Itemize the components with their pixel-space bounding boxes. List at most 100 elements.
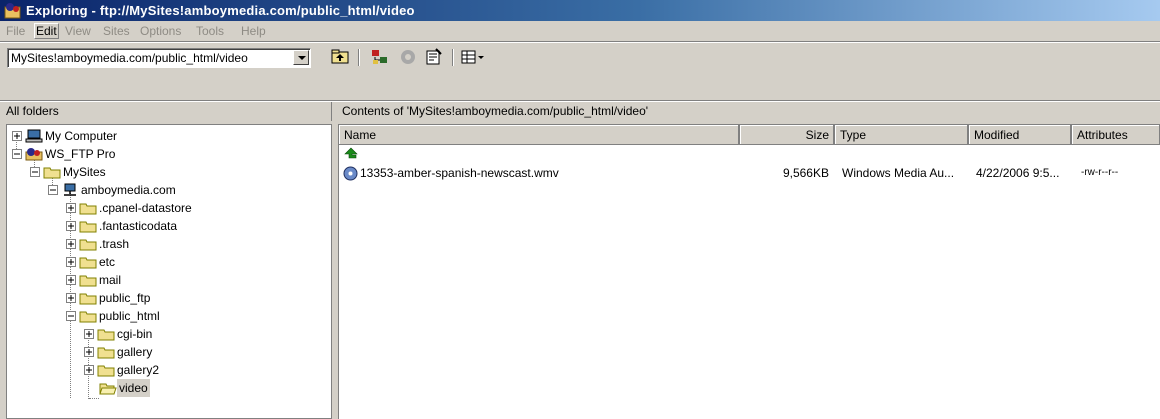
tree-label: .cpanel-datastore (99, 201, 192, 215)
table-row[interactable]: 13353-amber-spanish-newscast.wmv 9,566KB… (339, 164, 1160, 182)
menu-help[interactable]: Help (241, 21, 266, 41)
expand-toggle[interactable] (12, 131, 22, 141)
tree-label: .trash (99, 237, 130, 251)
network-server-icon (64, 183, 76, 196)
file-attributes: -rw-r--r-- (1081, 167, 1119, 178)
expand-toggle[interactable] (66, 293, 76, 303)
expand-toggle[interactable] (66, 203, 76, 213)
collapse-toggle[interactable] (66, 311, 76, 321)
tree-label: public_ftp (99, 291, 151, 305)
wsftp-icon (25, 148, 43, 161)
collapse-toggle[interactable] (30, 167, 40, 177)
collapse-toggle[interactable] (12, 149, 22, 159)
folder-icon (79, 257, 97, 269)
column-header-attributes[interactable]: Attributes (1072, 125, 1160, 145)
tree-item-gallery2[interactable]: gallery2 (7, 361, 327, 379)
address-toolbar: MySites!amboymedia.com/public_html/video (0, 43, 1160, 70)
tree-label: public_html (99, 309, 160, 323)
wsftp-app-icon[interactable] (4, 2, 21, 19)
tree-item-trash[interactable]: .trash (7, 235, 327, 253)
open-folder-icon (99, 383, 117, 395)
menu-sites[interactable]: Sites (103, 21, 130, 41)
expand-toggle[interactable] (66, 221, 76, 231)
tree-item-cpanel-datastore[interactable]: .cpanel-datastore (7, 199, 327, 217)
menu-view[interactable]: View (65, 21, 91, 41)
folder-icon (97, 347, 115, 359)
expand-toggle[interactable] (66, 275, 76, 285)
column-header-size[interactable]: Size (740, 125, 835, 145)
expand-toggle[interactable] (66, 239, 76, 249)
file-type: Windows Media Au... (842, 166, 955, 180)
tree-item-gallery[interactable]: gallery (7, 343, 327, 361)
menu-edit[interactable]: Edit (34, 21, 59, 41)
tree-line (89, 398, 99, 399)
stop-icon[interactable] (398, 48, 418, 66)
expand-toggle[interactable] (84, 347, 94, 357)
menu-options[interactable]: Options (140, 21, 181, 41)
tree-item-mail[interactable]: mail (7, 271, 327, 289)
tree-label: .fantasticodata (99, 219, 178, 233)
up-arrow-icon[interactable] (344, 147, 358, 161)
file-list: Name Size Type Modified Attributes 13353… (338, 124, 1160, 419)
window-title: Exploring - ftp://MySites!amboymedia.com… (26, 3, 415, 18)
title-bar: Exploring - ftp://MySites!amboymedia.com… (0, 0, 1160, 21)
expand-toggle[interactable] (84, 365, 94, 375)
column-header-name[interactable]: Name (339, 125, 740, 145)
connect-icon[interactable] (370, 48, 390, 66)
tree-label: gallery2 (117, 363, 160, 377)
tree-item-public-ftp[interactable]: public_ftp (7, 289, 327, 307)
file-modified: 4/22/2006 9:5... (976, 166, 1060, 180)
expand-toggle[interactable] (66, 257, 76, 267)
up-folder-icon[interactable] (330, 48, 350, 66)
folder-icon (97, 365, 115, 377)
folder-tree: My Computer WS_FTP Pro MySites amboymedi… (6, 124, 332, 419)
tree-label: My Computer (45, 129, 118, 143)
tree-label: amboymedia.com (81, 183, 176, 197)
column-header-type[interactable]: Type (835, 125, 969, 145)
address-value: MySites!amboymedia.com/public_html/video (11, 51, 248, 65)
menu-file[interactable]: File (6, 21, 25, 41)
tree-label: MySites (63, 165, 106, 179)
tree-item-fantasticodata[interactable]: .fantasticodata (7, 217, 327, 235)
tree-label: gallery (117, 345, 153, 359)
tree-item-amboymedia[interactable]: amboymedia.com (7, 181, 327, 199)
properties-icon[interactable] (424, 48, 444, 66)
tree-item-my-computer[interactable]: My Computer (7, 127, 327, 145)
menu-bar: File Edit View Sites Options Tools Help (0, 21, 1160, 41)
tree-item-etc[interactable]: etc (7, 253, 327, 271)
tree-item-cgi-bin[interactable]: cgi-bin (7, 325, 327, 343)
folder-icon (79, 203, 97, 215)
tree-item-video[interactable]: video (7, 379, 327, 397)
file-size: 9,566KB (782, 166, 829, 180)
folder-icon (79, 293, 97, 305)
expand-toggle[interactable] (84, 329, 94, 339)
right-pane-header: Contents of 'MySites!amboymedia.com/publ… (342, 104, 649, 118)
folder-icon (79, 221, 97, 233)
tree-item-mysites[interactable]: MySites (7, 163, 327, 181)
column-header-modified[interactable]: Modified (969, 125, 1072, 145)
tree-label: mail (99, 273, 122, 287)
folder-icon (43, 167, 61, 179)
tree-label: etc (99, 255, 116, 269)
computer-icon (25, 129, 43, 143)
toolbar-separator-2 (452, 49, 454, 66)
collapse-toggle[interactable] (48, 185, 58, 195)
address-dropdown-button[interactable] (293, 50, 309, 65)
tree-label-selected: video (117, 379, 150, 397)
menu-tools[interactable]: Tools (196, 21, 224, 41)
menu-edit-label: Edit (34, 23, 59, 39)
folder-icon (97, 329, 115, 341)
toolbar-separator-1 (358, 49, 360, 66)
folder-icon (79, 311, 97, 323)
tree-item-ws-ftp-pro[interactable]: WS_FTP Pro (7, 145, 327, 163)
address-combo[interactable]: MySites!amboymedia.com/public_html/video (7, 48, 311, 68)
media-file-icon (343, 166, 358, 181)
tree-label: WS_FTP Pro (45, 147, 116, 161)
folder-icon (79, 239, 97, 251)
left-pane-header: All folders (0, 102, 332, 121)
tree-item-public-html[interactable]: public_html (7, 307, 327, 325)
tree-label: cgi-bin (117, 327, 153, 341)
folder-icon (79, 275, 97, 287)
file-name: 13353-amber-spanish-newscast.wmv (360, 166, 559, 180)
view-mode-icon[interactable] (460, 48, 486, 66)
